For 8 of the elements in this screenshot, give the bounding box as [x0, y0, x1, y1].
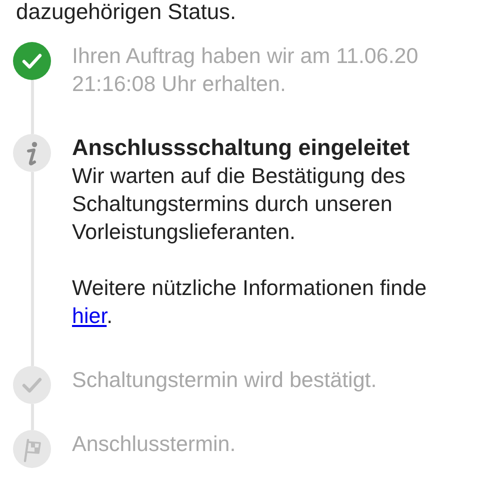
- intro-text: dazugehörigen Status.: [16, 0, 236, 24]
- step-text: Schaltungstermin wird bestätigt.: [72, 367, 378, 394]
- step-text: Ihren Auftrag haben wir am 11.06.20 21:16:08 Uhr erhalten.: [72, 43, 420, 98]
- step-description: Wir warten auf die Bestätigung des Schaltungstermins durch unseren Vorleistungslieferanten.: [72, 163, 406, 246]
- step-title: Anschlussschaltung eingeleitet: [72, 134, 411, 162]
- info-note: Weitere nützliche Informationen finde hier.: [72, 275, 428, 330]
- step-text: Anschlusstermin.: [72, 431, 237, 458]
- info-link[interactable]: hier: [72, 304, 107, 328]
